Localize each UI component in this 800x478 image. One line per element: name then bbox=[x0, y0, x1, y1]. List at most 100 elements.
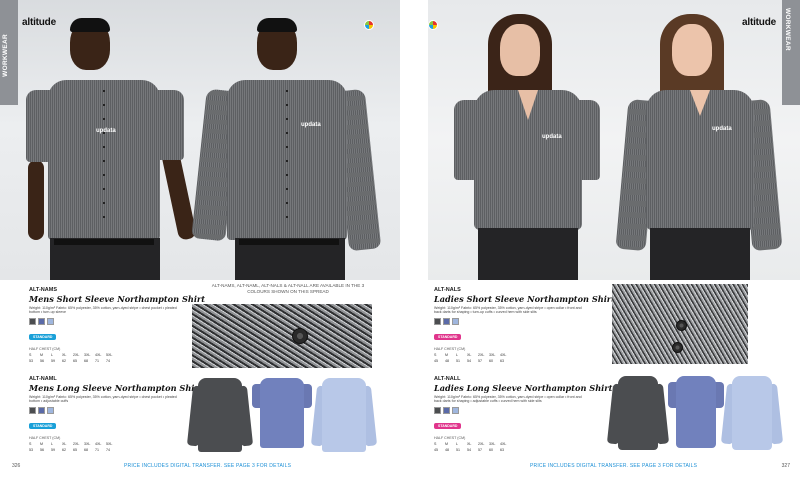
shirt-button-detail bbox=[292, 328, 308, 344]
colour-swatches bbox=[29, 406, 189, 414]
brand-logo: altitude bbox=[742, 17, 776, 28]
standard-badge: STANDARD bbox=[434, 422, 462, 429]
model-head bbox=[672, 24, 712, 76]
swatch-sky-blue[interactable] bbox=[47, 406, 54, 414]
product-code: ALT-NAML bbox=[29, 376, 57, 382]
shirt-logo: updata bbox=[542, 134, 562, 140]
ladies-models-photo: updata updata bbox=[428, 0, 800, 280]
product-name: Ladies Short Sleeve Northampton Shirt bbox=[434, 294, 615, 304]
model-belt bbox=[239, 239, 339, 245]
model-ladies-short-sleeve: updata bbox=[448, 10, 608, 280]
size-label: 2XL bbox=[478, 352, 485, 357]
size-label: 4XL bbox=[95, 352, 102, 357]
swatch-sky-blue[interactable] bbox=[452, 317, 459, 325]
product-colour-badge-icon bbox=[364, 20, 374, 30]
chest-value: 68 bbox=[84, 447, 88, 452]
product-description: Weight: 110g/m² Fabric: 65% polyester, 3… bbox=[434, 395, 582, 404]
chest-value: 65 bbox=[73, 358, 77, 363]
price-footer-link[interactable]: PRICE INCLUDES DIGITAL TRANSFER. SEE PAG… bbox=[530, 463, 697, 469]
shirt-logo: updata bbox=[712, 126, 732, 132]
size-label: 2XL bbox=[478, 441, 485, 446]
swatch-navy[interactable] bbox=[443, 317, 450, 325]
brand-logo: altitude bbox=[22, 17, 56, 28]
chest-value: 74 bbox=[106, 447, 110, 452]
section-tab: WORKWEAR bbox=[0, 0, 18, 105]
size-label: 4XL bbox=[95, 441, 102, 446]
shirt-button-detail bbox=[676, 320, 687, 331]
shirt-thumb-grey[interactable] bbox=[606, 376, 670, 452]
size-label: 2XL bbox=[73, 441, 80, 446]
shirt-button-detail bbox=[672, 342, 683, 353]
size-label: S bbox=[29, 441, 32, 446]
standard-badge: STANDARD bbox=[29, 333, 57, 340]
product-alt-naml: ALT-NAML Mens Long Sleeve Northampton Sh… bbox=[29, 376, 203, 452]
swatch-grey[interactable] bbox=[29, 317, 36, 325]
swatch-sky-blue[interactable] bbox=[452, 406, 459, 414]
chest-value: 56 bbox=[40, 447, 44, 452]
shirt-thumb-navy[interactable] bbox=[668, 376, 724, 448]
model-belt bbox=[54, 239, 154, 245]
product-alt-nals: ALT-NALS Ladies Short Sleeve Northampton… bbox=[434, 287, 615, 363]
size-chart-title: HALF CHEST (CM) bbox=[29, 346, 61, 351]
size-label: M bbox=[40, 441, 43, 446]
chest-value: 60 bbox=[489, 447, 493, 452]
shirt-thumb-sky-blue[interactable] bbox=[310, 376, 378, 454]
shirt-logo: updata bbox=[301, 122, 321, 128]
chest-value: 62 bbox=[62, 358, 66, 363]
size-label: L bbox=[51, 352, 53, 357]
size-label: 3XL bbox=[84, 441, 91, 446]
swatch-navy[interactable] bbox=[38, 406, 45, 414]
product-code: ALT-NALL bbox=[434, 376, 461, 382]
model-hair bbox=[70, 18, 110, 32]
chest-value: 57 bbox=[478, 447, 482, 452]
section-tab: WORKWEAR bbox=[782, 0, 800, 105]
chest-value: 63 bbox=[500, 447, 504, 452]
product-name: Mens Long Sleeve Northampton Shirt bbox=[29, 383, 203, 393]
chest-value: 45 bbox=[434, 358, 438, 363]
chest-value: 48 bbox=[445, 358, 449, 363]
size-chart: S M L XL 2XL 3XL 4XL 45 48 51 54 57 60 6… bbox=[434, 442, 594, 452]
swatch-grey[interactable] bbox=[434, 317, 441, 325]
size-label: S bbox=[29, 352, 32, 357]
shirt-thumb-sky-blue[interactable] bbox=[720, 376, 784, 452]
size-label: XL bbox=[62, 441, 67, 446]
size-label: 5XL bbox=[106, 441, 113, 446]
chest-value: 45 bbox=[434, 447, 438, 452]
chest-value: 65 bbox=[73, 447, 77, 452]
shirt-thumb-grey[interactable] bbox=[186, 376, 254, 454]
colour-swatches bbox=[434, 317, 594, 325]
size-label: S bbox=[434, 352, 437, 357]
size-chart: S M L XL 2XL 3XL 4XL 45 48 51 54 57 60 6… bbox=[434, 353, 594, 363]
colour-swatches bbox=[29, 317, 189, 325]
swatch-grey[interactable] bbox=[29, 406, 36, 414]
chest-value: 71 bbox=[95, 447, 99, 452]
product-code: ALT-NALS bbox=[434, 287, 461, 293]
chest-value: 53 bbox=[29, 358, 33, 363]
product-alt-nams: ALT-NAMS Mens Short Sleeve Northampton S… bbox=[29, 287, 206, 363]
size-label: 4XL bbox=[500, 352, 507, 357]
colour-swatches bbox=[434, 406, 594, 414]
size-label: 3XL bbox=[489, 441, 496, 446]
size-label: XL bbox=[467, 352, 472, 357]
model-mens-short-sleeve: updata bbox=[20, 10, 200, 280]
size-label: 4XL bbox=[500, 441, 507, 446]
shirt-thumb-navy[interactable] bbox=[252, 378, 312, 448]
swatch-navy[interactable] bbox=[443, 406, 450, 414]
swatch-navy[interactable] bbox=[38, 317, 45, 325]
product-name: Mens Short Sleeve Northampton Shirt bbox=[29, 294, 206, 304]
chest-value: 54 bbox=[467, 358, 471, 363]
size-label: XL bbox=[467, 441, 472, 446]
shirt-buttons bbox=[286, 90, 288, 230]
swatch-grey[interactable] bbox=[434, 406, 441, 414]
page-number: 326 bbox=[12, 463, 21, 469]
size-label: M bbox=[40, 352, 43, 357]
chest-value: 59 bbox=[51, 447, 55, 452]
left-catalogue-page: updata updata WORKWEAR altitude ALT-NAMS… bbox=[0, 0, 400, 478]
fabric-closeup-image bbox=[192, 304, 372, 368]
price-footer-link[interactable]: PRICE INCLUDES DIGITAL TRANSFER. SEE PAG… bbox=[124, 463, 291, 469]
size-label: L bbox=[456, 441, 458, 446]
chest-value: 60 bbox=[489, 358, 493, 363]
product-code: ALT-NAMS bbox=[29, 287, 58, 293]
fabric-closeup-image bbox=[612, 284, 748, 364]
swatch-sky-blue[interactable] bbox=[47, 317, 54, 325]
